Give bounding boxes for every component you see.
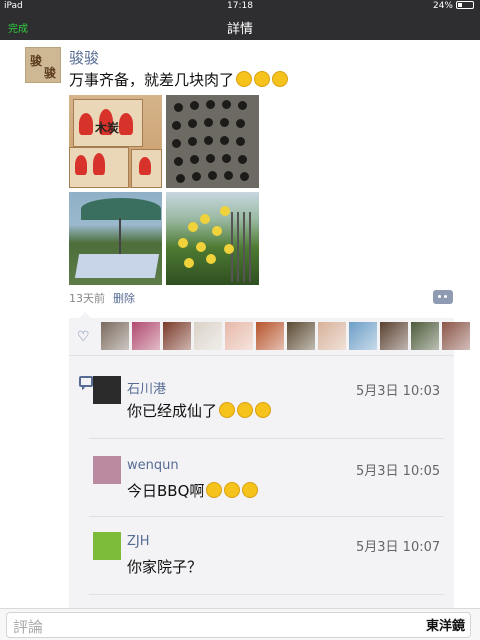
commenter-avatar[interactable] [93,376,121,404]
avatar-glyph: 骏 [30,54,43,68]
liker-avatar[interactable] [163,322,191,350]
post-time: 13天前 [69,292,105,305]
commenter-avatar[interactable] [93,456,121,484]
post-text: 万事齐备，就差几块肉了 [69,69,289,90]
heart-eyes-emoji-icon [242,482,259,498]
comment-time: 5月3日 10:07 [356,540,441,555]
commenter-name[interactable]: 石川港 [127,378,166,397]
comment-input-bar: 評論 東洋鏡 [0,608,480,640]
comment-divider [89,516,444,517]
charcoal-boxes-photo[interactable]: 木炭 [69,95,162,188]
comment-divider [89,594,444,595]
liker-avatar[interactable] [380,322,408,350]
liker-avatar[interactable] [287,322,315,350]
commenter-name[interactable]: ZJH [127,534,150,549]
likes-row: ♡ [69,318,470,356]
box-label: 木炭 [95,121,120,135]
yellow-flowers-photo[interactable] [166,192,259,285]
liker-avatar[interactable] [349,322,377,350]
grill-grate-photo[interactable] [166,95,259,188]
laughing-emoji-icon [255,402,272,418]
comment-action-button[interactable] [433,290,453,304]
garden-umbrella-photo[interactable] [69,192,162,285]
comment-time: 5月3日 10:03 [356,384,441,399]
heart-icon: ♡ [77,329,90,345]
author-name[interactable]: 骏骏 [69,47,99,68]
comment-placeholder: 評論 [13,618,44,636]
commenter-name[interactable]: wenqun [127,458,179,473]
feedback-panel: ♡ 石川港 5月3日 10:03 你已经成仙了 wenqun 5月3日 10:0… [69,312,470,608]
comment-icon [79,376,93,390]
liker-avatar[interactable] [132,322,160,350]
comment-divider [89,438,444,439]
clock: 17:18 [227,1,253,11]
post-meta: 13天前 删除 [69,290,135,306]
avatar-glyph: 骏 [44,66,57,80]
status-bar: iPad 17:18 24% [0,0,480,14]
liker-avatar[interactable] [411,322,439,350]
heart-eyes-emoji-icon [224,482,241,498]
page-title: 詳情 [226,22,253,37]
liker-avatar[interactable] [194,322,222,350]
liker-avatar[interactable] [101,322,129,350]
liker-avatar[interactable] [256,322,284,350]
heart-eyes-emoji-icon [206,482,223,498]
nav-bar: 完成 詳情 [0,14,480,40]
laughing-emoji-icon [219,402,236,418]
thinking-emoji-icon [254,71,271,87]
post-text-content: 万事齐备，就差几块肉了 [69,71,235,89]
thinking-emoji-icon [272,71,289,87]
delete-button[interactable]: 删除 [113,292,135,305]
commenter-avatar[interactable] [93,532,121,560]
battery-indicator: 24% [433,1,474,11]
comment-text: 你家院子？ [127,558,203,576]
comment-input[interactable]: 評論 東洋鏡 [6,612,471,638]
comment-time: 5月3日 10:05 [356,464,441,479]
author-avatar[interactable]: 骏 骏 [25,47,61,83]
liker-avatar[interactable] [318,322,346,350]
liker-avatar[interactable] [442,322,470,350]
thinking-emoji-icon [236,71,253,87]
keyboard-label: 東洋鏡 [425,619,465,634]
comment-text: 你已经成仙了 [127,400,272,421]
laughing-emoji-icon [237,402,254,418]
battery-icon [456,1,474,9]
comment-text: 今日BBQ啊 [127,480,259,501]
liker-avatar[interactable] [225,322,253,350]
